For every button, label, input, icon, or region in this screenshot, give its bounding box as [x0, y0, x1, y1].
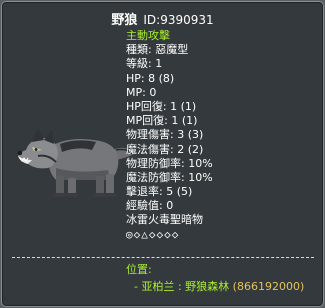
monster-header: 野狼 ID:9390931 — [2, 9, 323, 28]
mp-regen-stat: MP回復: 1 (1) — [126, 114, 198, 128]
divider — [12, 257, 314, 258]
hp-stat: HP: 8 (8) — [126, 71, 175, 85]
wolf-image — [17, 128, 134, 197]
location-entry: - 亚柏兰 : 野狼森林 (866192000) — [134, 278, 304, 294]
monster-info-panel: 野狼 ID:9390931 主動攻擊 種類: 惡魔型 等級: 1 HP: 8 (8… — [1, 1, 324, 307]
magic-damage-stat: 魔法傷害: 2 (2) — [126, 142, 204, 156]
element-names: 冰雷火毒聖暗物 — [126, 213, 203, 227]
behavior-label: 主動攻擊 — [126, 29, 170, 42]
location-map: 野狼森林 — [185, 280, 230, 293]
element-marks: ◎◇△◇◇◇◇ — [126, 227, 180, 241]
location-region: 亚柏兰 — [141, 280, 175, 293]
level-stat: 等級: 1 — [126, 57, 163, 71]
monster-id: ID:9390931 — [143, 13, 214, 27]
exp-stat: 經驗值: 0 — [126, 199, 174, 213]
magic-defense-stat: 魔法防御率: 10% — [126, 170, 213, 184]
location-label: 位置: — [126, 263, 152, 276]
monster-stats: 主動攻擊 種類: 惡魔型 等級: 1 HP: 8 (8) MP: 0 HP回復:… — [126, 29, 213, 242]
location-map-id: (866192000) — [232, 280, 305, 293]
type-stat: 種類: 惡魔型 — [126, 43, 189, 57]
physical-defense-stat: 物理防御率: 10% — [126, 156, 213, 170]
physical-damage-stat: 物理傷害: 3 (3) — [126, 128, 204, 142]
hp-regen-stat: HP回復: 1 (1) — [126, 99, 197, 113]
location-separator: : — [174, 280, 186, 293]
monster-name: 野狼 — [111, 13, 138, 28]
mp-stat: MP: 0 — [126, 85, 157, 99]
knockback-stat: 擊退率: 5 (5) — [126, 185, 193, 199]
